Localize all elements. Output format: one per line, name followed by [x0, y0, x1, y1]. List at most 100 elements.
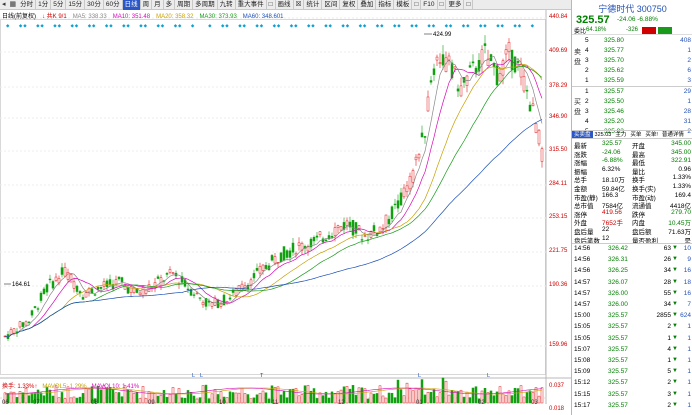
toolbar-item-24[interactable]: F10: [421, 0, 438, 10]
toolbar-item-6[interactable]: 日线: [122, 0, 141, 10]
tick-row[interactable]: 15:12 325.57 2 ▼ 1: [572, 378, 692, 389]
kline-chart-area[interactable]: ◆ ◆ ◆ ◆ ◆ ◆ ◆ ◆ ◆ ◆ ◆ ◆ ◆ ◆ ◆ ◆ ◆ ◆ ◆ ◆ ◆ ◆ ◆ ◆ ◆ ◆ ◆ ◆ ◆ ◆ ◆ ◆ ◆ ◆ ◆ ◆ ◆ ◆ ◆ ◆…: [0, 10, 571, 404]
bid-row[interactable]: 3 325.46 28: [572, 107, 692, 117]
toolbar-item-1[interactable]: 1分: [36, 0, 52, 10]
ma-legend: 日线(前复权) ↓ 共K 9/1 MA5: 338.33 MA10: 351.48 MA…: [2, 11, 290, 20]
toolbar-item-12[interactable]: 九转: [218, 0, 236, 10]
month-label: 03: [531, 400, 538, 406]
toolbar-item-22[interactable]: 模板: [394, 0, 413, 10]
down-arrow-icon: ▼: [672, 323, 678, 330]
volume-bar: [300, 393, 304, 404]
quote-tab-5[interactable]: 普通详情: [660, 131, 686, 138]
candle-body: [63, 267, 67, 277]
candle-body: [168, 269, 172, 273]
stat-value: 1.33%: [672, 174, 691, 182]
toolbar-item-13[interactable]: 重大事件: [236, 0, 267, 10]
volume-bar: [177, 388, 181, 404]
ask-row[interactable]: 5 325.80 408: [572, 36, 692, 46]
candle-body: [51, 281, 55, 289]
bid-row[interactable]: 4 325.20 31: [572, 117, 692, 127]
bid-row[interactable]: 2 325.50 1: [572, 97, 692, 107]
bid-volume: 1: [687, 98, 691, 105]
tick-row[interactable]: 15:05 325.57 1 ▼ 1: [572, 334, 692, 345]
ask-row[interactable]: 1 325.59 3: [572, 76, 692, 86]
toolbar-item-4[interactable]: 30分: [85, 0, 104, 10]
candle-body: [216, 299, 220, 309]
tick-price: 325.57: [608, 390, 628, 398]
tick-volume: 5: [667, 368, 671, 376]
toolbar-item-0[interactable]: 分时: [18, 0, 37, 10]
tick-row[interactable]: 15:15 325.57 3 ▼ 1: [572, 390, 692, 401]
calendar-icon[interactable]: ▦: [8, 0, 19, 10]
ask-row[interactable]: 2 325.62 6: [572, 66, 692, 76]
toolbar-item-10[interactable]: 周期: [175, 0, 194, 10]
volume-bar: [315, 398, 319, 404]
volume-bar: [318, 392, 322, 404]
tick-count: 1: [687, 379, 691, 387]
volume-bar: [282, 390, 286, 404]
volume-bar: [159, 394, 163, 404]
ask-row[interactable]: 3 325.70 2: [572, 56, 692, 66]
tick-row[interactable]: 14:56 326.42 63 ▼ 10: [572, 244, 692, 255]
toolbar-item-27[interactable]: □: [464, 0, 474, 10]
candle-body: [459, 85, 463, 97]
tick-row[interactable]: 15:07 325.57 4 ▼ 1: [572, 345, 692, 356]
bid-row[interactable]: 1 325.57 29: [572, 87, 692, 97]
volume-bar: [267, 398, 271, 404]
toolbar-item-17[interactable]: 统计: [304, 0, 323, 10]
volume-bar: [519, 385, 523, 404]
tick-row[interactable]: 14:57 326.07 28 ▼ 18: [572, 278, 692, 289]
quote-tab-1[interactable]: 325.03: [593, 131, 614, 138]
tick-volume: 28: [663, 278, 671, 286]
tick-count: 7: [687, 301, 691, 308]
toolbar-item-14[interactable]: □: [267, 0, 276, 10]
toolbar-item-7[interactable]: 周: [141, 0, 153, 10]
toolbar-item-11[interactable]: 多周期: [193, 0, 218, 10]
toolbar-item-19[interactable]: 复权: [340, 0, 359, 10]
tick-row[interactable]: 14:56 326.25 34 ▼ 16: [572, 266, 692, 277]
volume-bar: [285, 397, 289, 404]
toolbar-item-26[interactable]: 更多: [446, 0, 465, 10]
toolbar-item-2[interactable]: 5分: [51, 0, 67, 10]
tick-row[interactable]: 15:17 325.57 2 ▼ 1: [572, 401, 692, 412]
toolbar-item-20[interactable]: 叠加: [358, 0, 377, 10]
toolbar-item-25[interactable]: □: [438, 0, 447, 10]
toolbar-item-16[interactable]: ☒: [294, 0, 305, 10]
toolbar-item-5[interactable]: 60分: [104, 0, 123, 10]
candle-body: [297, 242, 301, 246]
tick-row[interactable]: 15:09 325.57 5 ▼ 1: [572, 367, 692, 378]
volume-bar: [366, 398, 370, 404]
ask-volume: 408: [680, 37, 691, 44]
tick-row[interactable]: 14:57 326.00 55 ▼ 16: [572, 289, 692, 300]
tick-volume: 2: [667, 379, 671, 387]
tick-row[interactable]: 14:56 326.31 26 ▼ 9: [572, 255, 692, 266]
toolbar-item-21[interactable]: 指标: [376, 0, 395, 10]
price-axis-label: 409.69: [549, 48, 568, 54]
toolbar-item-23[interactable]: □: [412, 0, 422, 10]
tick-row[interactable]: 14:57 326.00 34 ▼ 7: [572, 300, 692, 311]
tick-row[interactable]: 15:05 325.57 2 ▼ 1: [572, 322, 692, 333]
quote-tab-4[interactable]: 买单!: [643, 131, 660, 138]
ma-legend-item: MA5: 338.33: [72, 14, 107, 20]
toolbar-item-18[interactable]: 区间: [322, 0, 341, 10]
tick-row[interactable]: 15:08 325.57 1 ▼ 1: [572, 356, 692, 367]
quote-tab-3[interactable]: 买单: [628, 131, 643, 138]
candle-body: [417, 154, 421, 159]
last-price: 325.57: [576, 14, 610, 26]
quote-tab-0[interactable]: 买卖盘: [572, 131, 593, 138]
toolbar-item-9[interactable]: 多: [164, 0, 176, 10]
down-arrow-icon: ▼: [672, 289, 678, 296]
toolbar-item-8[interactable]: 月: [152, 0, 164, 10]
volume-bar: [84, 388, 88, 404]
candle-body: [228, 297, 232, 300]
toolbar-item-3[interactable]: 15分: [66, 0, 86, 10]
tick-row[interactable]: 15:00 325.57 2855 ▼ 624: [572, 311, 692, 322]
quote-tabs[interactable]: 买卖盘 325.03 主力 买单 买单! 普通详情: [572, 130, 692, 139]
price-axis-label: 159.96: [549, 342, 568, 348]
ask-row[interactable]: 4 325.77 1: [572, 46, 692, 56]
candle-body: [339, 226, 343, 231]
kline-chart-svg[interactable]: ◆ ◆ ◆ ◆ ◆ ◆ ◆ ◆ ◆ ◆ ◆ ◆ ◆ ◆ ◆ ◆ ◆ ◆ ◆ ◆ ◆ ◆ ◆ ◆ ◆ ◆ ◆ ◆ ◆ ◆ ◆ ◆ ◆ ◆ ◆ ◆ ◆ ◆ ◆ ◆…: [0, 10, 571, 404]
back-icon[interactable]: ◂: [0, 0, 8, 10]
toolbar-item-15[interactable]: 画线: [276, 0, 294, 10]
quote-tab-2[interactable]: 主力: [613, 131, 628, 138]
